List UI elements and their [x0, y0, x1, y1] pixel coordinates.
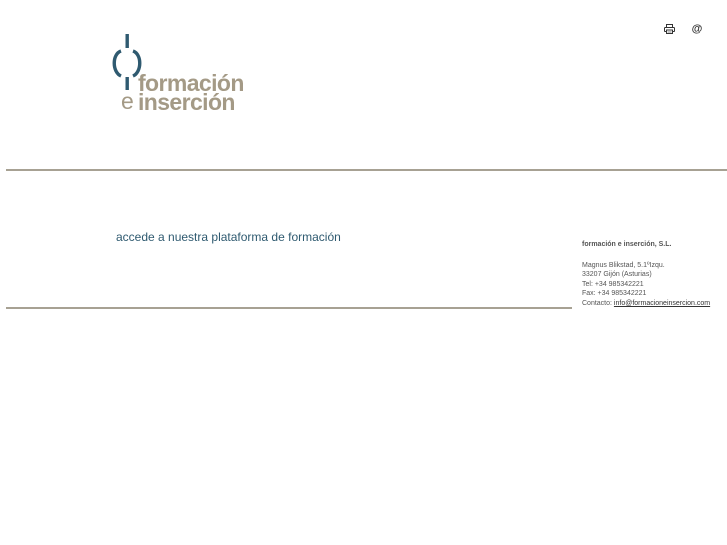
printer-icon-svg: [663, 24, 675, 34]
fax-line: Fax: +34 985342221: [582, 290, 647, 298]
top-icons: @: [662, 22, 704, 36]
phone-line: Tel: +34 985342221: [582, 280, 644, 288]
email-link[interactable]: info@formacioneinsercion.com: [614, 300, 710, 307]
contact-line: Contacto: info@formacioneinsercion.com: [582, 299, 722, 309]
page: @ formación e inserción accede a nuestra…: [0, 0, 727, 545]
company-name: formación e inserción, S.L.: [582, 241, 672, 248]
top-divider: [6, 169, 727, 171]
address-line-1: Magnus Blikstad, 5.1ºIzqu.: [582, 261, 665, 269]
logo-word-insercion: inserción: [138, 89, 235, 115]
contact-block: formación e inserción, S.L. Magnus Bliks…: [582, 240, 722, 309]
logo-letter-e: e: [121, 88, 134, 114]
logo[interactable]: formación e inserción: [111, 34, 261, 116]
address-line-2: 33207 Gijón (Asturias): [582, 271, 652, 279]
email-at-icon[interactable]: @: [690, 22, 704, 36]
platform-link[interactable]: accede a nuestra plataforma de formación: [116, 230, 341, 244]
printer-icon[interactable]: [662, 22, 676, 36]
contact-label: Contacto:: [582, 299, 614, 307]
middle-divider: [6, 307, 572, 309]
